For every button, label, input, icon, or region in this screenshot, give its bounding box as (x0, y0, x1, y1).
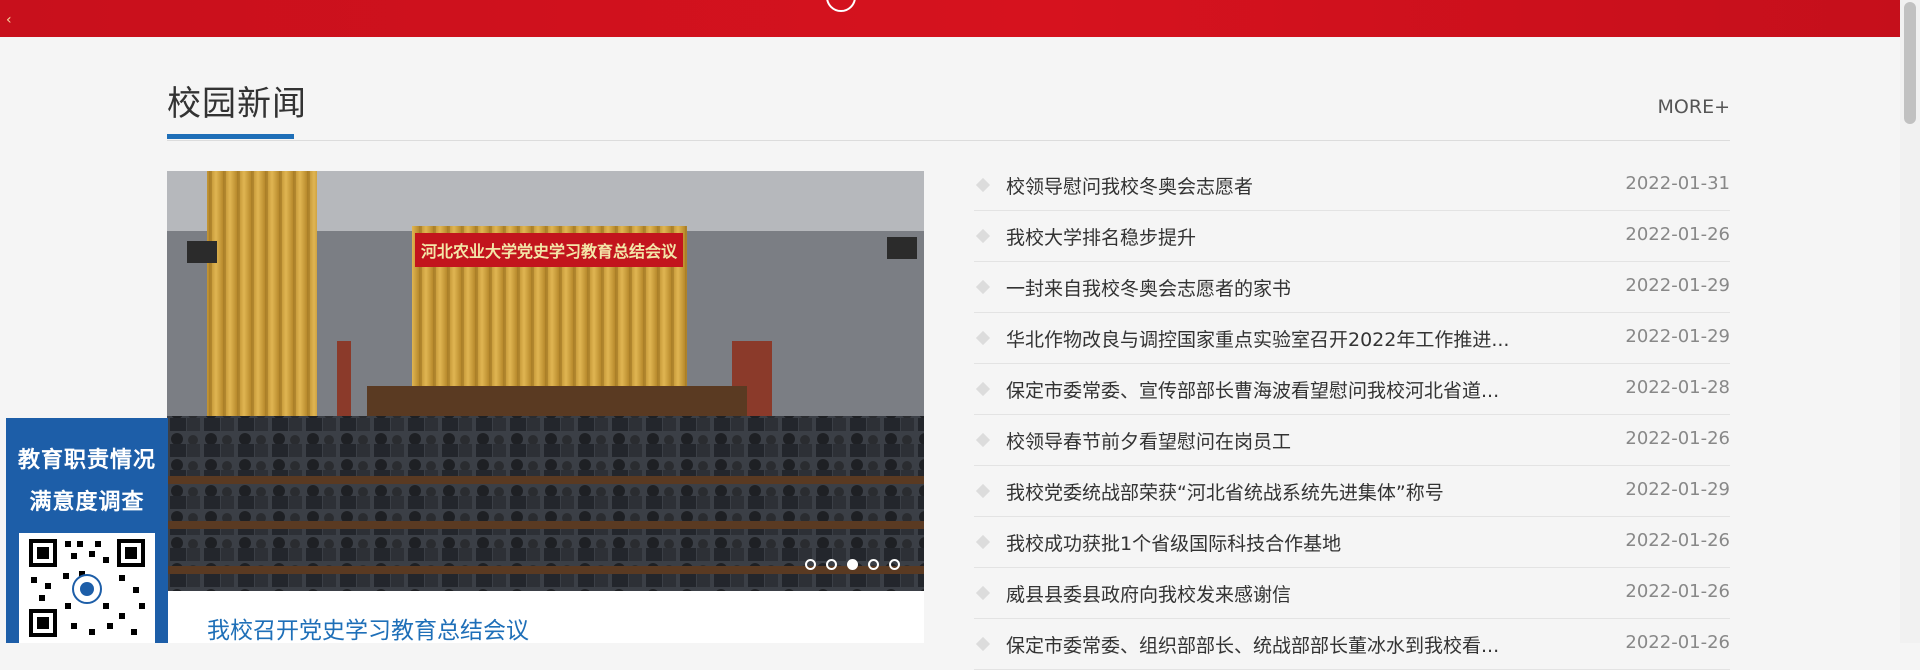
news-item[interactable]: 一封来自我校冬奥会志愿者的家书 2022-01-29 (974, 262, 1730, 313)
featured-news-photo[interactable]: 河北农业大学党史学习教育总结会议 (167, 171, 924, 591)
news-title[interactable]: 保定市委常委、宣传部部长曹海波看望慰问我校河北省道... (1006, 376, 1499, 403)
news-item[interactable]: 保定市委常委、组织部部长、统战部部长董冰水到我校看... 2022-01-26 (974, 619, 1730, 670)
news-date: 2022-01-26 (1625, 530, 1730, 551)
satisfaction-survey-widget[interactable]: 教育职责情况 满意度调查 (6, 418, 168, 643)
news-date: 2022-01-26 (1625, 224, 1730, 245)
news-item[interactable]: 我校大学排名稳步提升 2022-01-26 (974, 211, 1730, 262)
section-title-underline (167, 134, 294, 139)
news-date: 2022-01-26 (1625, 581, 1730, 602)
news-item[interactable]: 校领导春节前夕看望慰问在岗员工 2022-01-26 (974, 415, 1730, 466)
news-title[interactable]: 校领导慰问我校冬奥会志愿者 (1006, 172, 1253, 199)
diamond-bullet-icon (975, 432, 991, 448)
news-title[interactable]: 一封来自我校冬奥会志愿者的家书 (1006, 274, 1291, 301)
slide-dot[interactable] (889, 559, 900, 570)
diamond-bullet-icon (975, 636, 991, 652)
diamond-bullet-icon (975, 330, 991, 346)
decorative-pattern-icon: ‹ (6, 12, 12, 28)
diamond-bullet-icon (975, 177, 991, 193)
more-link[interactable]: MORE+ (1658, 96, 1730, 118)
news-title[interactable]: 我校党委统战部荣获“河北省统战系统先进集体”称号 (1006, 478, 1444, 505)
diamond-bullet-icon (975, 228, 991, 244)
news-list: 校领导慰问我校冬奥会志愿者 2022-01-31 我校大学排名稳步提升 2022… (974, 160, 1730, 670)
news-item[interactable]: 华北作物改良与调控国家重点实验室召开2022年工作推进... 2022-01-2… (974, 313, 1730, 364)
news-title[interactable]: 威县县委县政府向我校发来感谢信 (1006, 580, 1291, 607)
news-title[interactable]: 华北作物改良与调控国家重点实验室召开2022年工作推进... (1006, 325, 1509, 352)
scrollbar-thumb[interactable] (1904, 2, 1916, 124)
news-date: 2022-01-29 (1625, 326, 1730, 347)
slide-dot[interactable] (826, 559, 837, 570)
news-date: 2022-01-28 (1625, 377, 1730, 398)
featured-news-caption[interactable]: 我校召开党史学习教育总结会议 (207, 611, 529, 645)
qr-code-icon[interactable] (19, 533, 155, 643)
diamond-bullet-icon (975, 279, 991, 295)
slide-dot[interactable] (805, 559, 816, 570)
section-title: 校园新闻 (167, 84, 307, 124)
scroll-down-icon[interactable] (826, 0, 856, 12)
news-title[interactable]: 我校成功获批1个省级国际科技合作基地 (1006, 529, 1341, 556)
top-banner: ‹ (0, 0, 1900, 37)
news-date: 2022-01-31 (1625, 173, 1730, 194)
featured-news-card[interactable]: 河北农业大学党史学习教育总结会议 我校召开党史学习教育总结会议 (167, 171, 924, 645)
section-header: 校园新闻 MORE+ (167, 72, 1730, 141)
diamond-bullet-icon (975, 483, 991, 499)
news-item[interactable]: 我校成功获批1个省级国际科技合作基地 2022-01-26 (974, 517, 1730, 568)
news-date: 2022-01-26 (1625, 428, 1730, 449)
diamond-bullet-icon (975, 381, 991, 397)
news-item[interactable]: 我校党委统战部荣获“河北省统战系统先进集体”称号 2022-01-29 (974, 466, 1730, 517)
news-title[interactable]: 校领导春节前夕看望慰问在岗员工 (1006, 427, 1291, 454)
news-date: 2022-01-29 (1625, 479, 1730, 500)
page-scrollbar[interactable] (1900, 0, 1920, 643)
meeting-hall-image: 河北农业大学党史学习教育总结会议 (167, 171, 924, 591)
news-title[interactable]: 保定市委常委、组织部部长、统战部部长董冰水到我校看... (1006, 631, 1499, 658)
news-item[interactable]: 威县县委县政府向我校发来感谢信 2022-01-26 (974, 568, 1730, 619)
news-item[interactable]: 校领导慰问我校冬奥会志愿者 2022-01-31 (974, 160, 1730, 211)
survey-title-line1: 教育职责情况 (17, 448, 156, 473)
news-date: 2022-01-29 (1625, 275, 1730, 296)
slide-dot-active[interactable] (847, 559, 858, 570)
diamond-bullet-icon (975, 534, 991, 550)
slide-dot[interactable] (868, 559, 879, 570)
news-item[interactable]: 保定市委常委、宣传部部长曹海波看望慰问我校河北省道... 2022-01-28 (974, 364, 1730, 415)
news-title[interactable]: 我校大学排名稳步提升 (1006, 223, 1196, 250)
diamond-bullet-icon (975, 585, 991, 601)
survey-title-line2: 满意度调查 (29, 490, 145, 515)
slide-dots (795, 555, 900, 574)
photo-banner-text: 河北农业大学党史学习教育总结会议 (421, 242, 678, 261)
